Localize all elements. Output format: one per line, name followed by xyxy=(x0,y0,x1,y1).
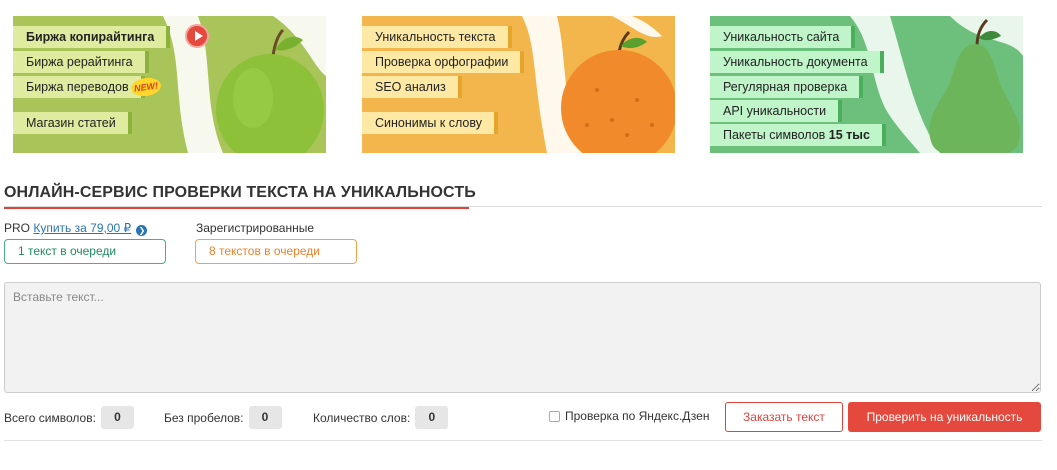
play-icon[interactable] xyxy=(185,24,209,48)
dzen-checkbox[interactable]: Проверка по Яндекс.Дзен xyxy=(549,409,709,423)
checkbox-icon[interactable] xyxy=(549,410,560,422)
pro-label: PRO xyxy=(4,221,31,235)
menu-site-uniqueness[interactable]: Уникальность сайта xyxy=(710,26,856,48)
arrow-right-icon[interactable]: ❯ xyxy=(136,225,148,236)
divider xyxy=(4,206,1042,207)
pear-icon xyxy=(929,18,1021,153)
menu-article-store[interactable]: Магазин статей xyxy=(13,112,132,134)
stat-word-count: Количество слов: 0 xyxy=(313,406,449,429)
bottom-divider xyxy=(4,440,1042,441)
stat-no-spaces: Без пробелов: 0 xyxy=(164,406,282,429)
stat-words-label: Количество слов: xyxy=(313,410,411,425)
pro-line: PRO Купить за 79,00 ₽ ❯ xyxy=(4,221,148,236)
stat-total-label: Всего символов: xyxy=(4,410,96,425)
packets-amount: 15 тыс xyxy=(828,128,870,142)
menu-spell-check[interactable]: Проверка орфографии xyxy=(362,51,525,73)
menu-symbol-packets[interactable]: Пакеты символов 15 тыс xyxy=(710,124,886,146)
banner-text-tools: Уникальность текста Проверка орфографии … xyxy=(362,16,675,153)
packets-label: Пакеты символов xyxy=(723,128,826,142)
buy-pro-link[interactable]: Купить за 79,00 ₽ xyxy=(33,221,131,235)
menu-copywriting-exchange[interactable]: Биржа копирайтинга xyxy=(13,26,171,48)
banner-copywriting: Биржа копирайтинга Биржа рерайтинга Бирж… xyxy=(13,16,326,153)
menu-rewriting-exchange[interactable]: Биржа рерайтинга xyxy=(13,51,149,73)
text-input[interactable] xyxy=(4,282,1041,393)
menu-seo-analysis[interactable]: SEO анализ xyxy=(362,76,462,98)
stat-words-value: 0 xyxy=(415,406,449,429)
menu-regular-check[interactable]: Регулярная проверка xyxy=(710,76,864,98)
apple-icon xyxy=(216,28,324,153)
registered-queue-badge: 8 текстов в очереди xyxy=(195,239,357,264)
pro-queue-badge: 1 текст в очереди xyxy=(4,239,166,264)
order-text-button[interactable]: Заказать текст xyxy=(725,402,843,432)
dzen-label: Проверка по Яндекс.Дзен xyxy=(565,409,710,423)
orange-icon xyxy=(561,30,675,153)
page-title-wrap: ОНЛАЙН-СЕРВИС ПРОВЕРКИ ТЕКСТА НА УНИКАЛЬ… xyxy=(4,184,476,209)
menu-api-uniqueness[interactable]: API уникальности xyxy=(710,100,843,122)
stat-nospace-label: Без пробелов: xyxy=(164,410,244,425)
menu-text-uniqueness[interactable]: Уникальность текста xyxy=(362,26,512,48)
stat-nospace-value: 0 xyxy=(248,406,282,429)
menu-translation-exchange[interactable]: Биржа переводов xyxy=(13,76,145,98)
registered-label: Зарегистрированные xyxy=(196,221,315,235)
menu-document-uniqueness[interactable]: Уникальность документа xyxy=(710,51,884,73)
check-uniqueness-button[interactable]: Проверить на уникальность xyxy=(848,402,1041,432)
banner-site-tools: Уникальность сайта Уникальность документ… xyxy=(710,16,1023,153)
menu-synonyms[interactable]: Синонимы к слову xyxy=(362,112,498,134)
stat-total-value: 0 xyxy=(100,406,134,429)
page-title: ОНЛАЙН-СЕРВИС ПРОВЕРКИ ТЕКСТА НА УНИКАЛЬ… xyxy=(4,184,476,201)
stat-total-chars: Всего символов: 0 xyxy=(4,406,134,429)
title-underline xyxy=(4,207,469,209)
